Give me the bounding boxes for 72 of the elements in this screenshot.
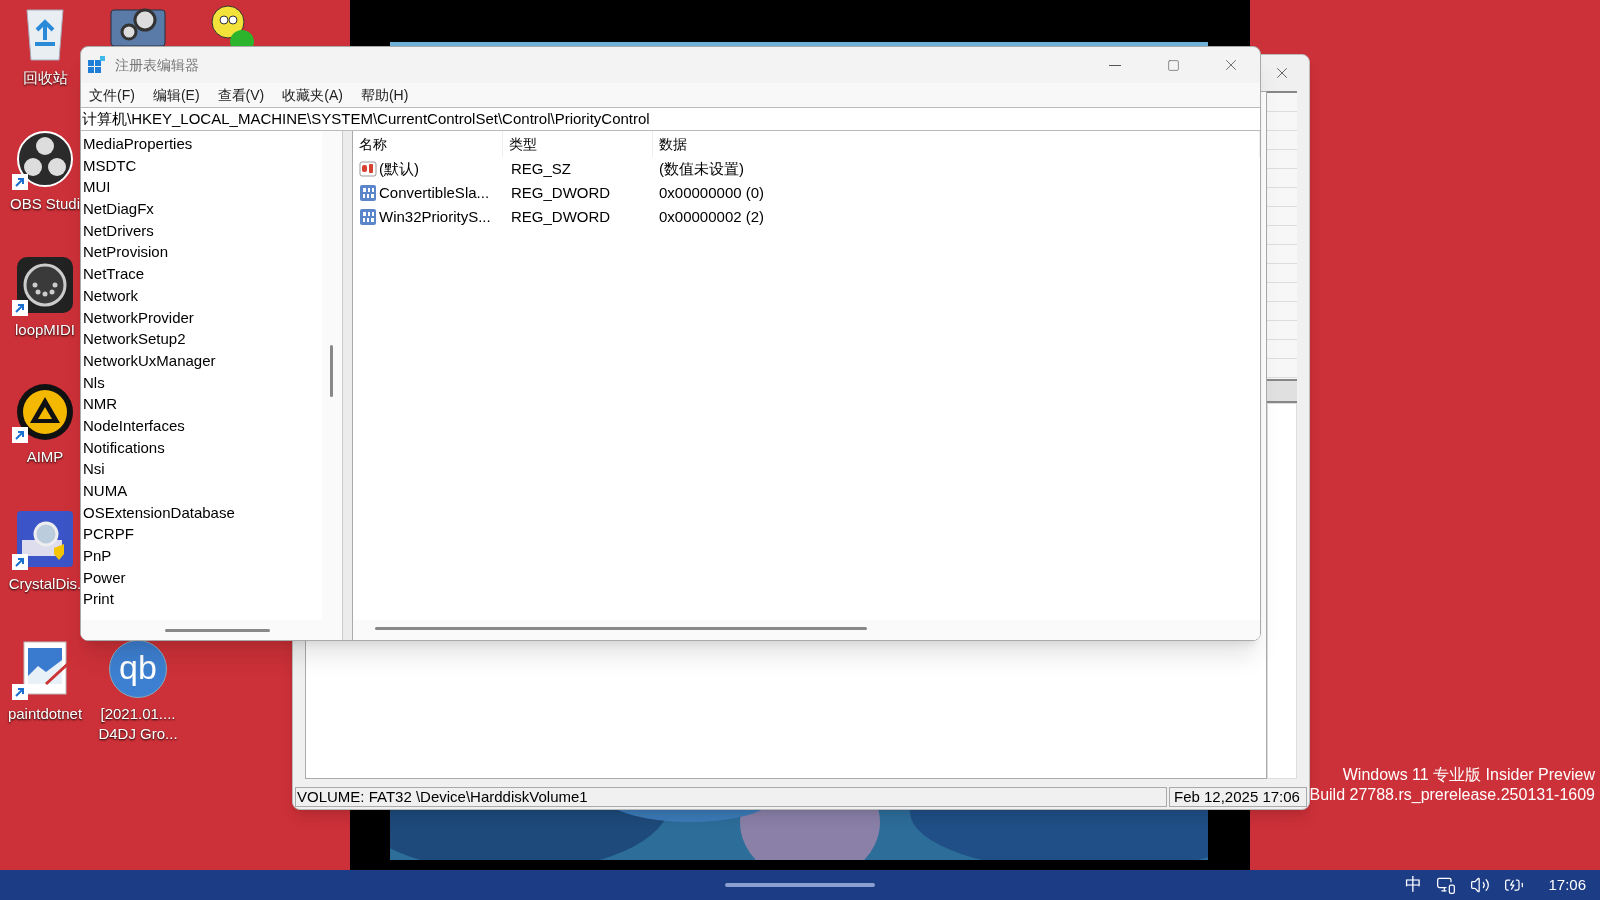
desktop-icon-label[interactable]: CrystalDis. bbox=[8, 574, 82, 594]
minimize-icon bbox=[1109, 64, 1121, 66]
tree-item[interactable]: Network bbox=[81, 284, 322, 307]
tree-item[interactable]: NetTrace bbox=[81, 263, 322, 285]
address-bar[interactable]: 计算机\HKEY_LOCAL_MACHINE\SYSTEM\CurrentControlSet\Control\PriorityControl bbox=[81, 107, 1260, 131]
column-header[interactable]: 名称 bbox=[353, 131, 503, 157]
window-title: 注册表编辑器 bbox=[115, 55, 199, 75]
status-bar-text: Feb 12,2025 17:06 bbox=[1169, 787, 1307, 807]
scrollbar-thumb[interactable] bbox=[165, 629, 270, 632]
value-name[interactable]: Win32PriorityS... bbox=[379, 205, 491, 229]
tree-item[interactable]: NetworkUxManager bbox=[81, 349, 322, 372]
network-icon[interactable] bbox=[1436, 875, 1457, 895]
binary-value-icon bbox=[359, 208, 377, 226]
status-bar-text: VOLUME: FAT32 \Device\HarddiskVolume1 bbox=[295, 787, 1167, 807]
tree-item[interactable]: NetProvision bbox=[81, 241, 322, 264]
maximize-icon bbox=[1166, 58, 1180, 72]
menu-item[interactable]: 文件(F) bbox=[89, 84, 135, 106]
menu-item[interactable]: 收藏夹(A) bbox=[282, 84, 343, 106]
menu-item[interactable]: 帮助(H) bbox=[360, 84, 409, 106]
input-method-indicator[interactable]: 中 bbox=[1405, 872, 1423, 898]
tree-item[interactable]: NMR bbox=[81, 393, 322, 415]
menu-item[interactable]: 查看(V) bbox=[217, 84, 265, 106]
value-data: 0x00000002 (2) bbox=[658, 206, 765, 227]
tree-item[interactable]: MediaProperties bbox=[81, 133, 322, 155]
binary-value-icon bbox=[359, 184, 377, 202]
desktop-icon-label[interactable]: 回收站 bbox=[22, 68, 68, 88]
tree-item[interactable]: NetworkProvider bbox=[81, 306, 322, 329]
menu-item[interactable]: 编辑(E) bbox=[152, 84, 200, 106]
tree-item[interactable]: MUI bbox=[81, 176, 322, 199]
scrollbar-thumb[interactable] bbox=[330, 345, 333, 397]
tree-item[interactable]: NodeInterfaces bbox=[81, 414, 322, 437]
tree-item[interactable]: PCRPF bbox=[81, 523, 322, 546]
value-data: 0x00000000 (0) bbox=[658, 182, 765, 203]
tree-item[interactable]: MSDTC bbox=[81, 154, 322, 177]
header-band bbox=[1267, 381, 1297, 403]
registry-app-icon bbox=[87, 55, 107, 75]
build-info-text: Build 27788.rs_prerelease.250131-1609 bbox=[1309, 785, 1595, 805]
desktop-icon-label[interactable]: [2021.01.... D4DJ Gro... bbox=[98, 704, 178, 744]
tree-item[interactable]: OSExtensionDatabase bbox=[81, 501, 322, 524]
value-type: REG_DWORD bbox=[510, 206, 612, 227]
volume-icon[interactable] bbox=[1470, 875, 1491, 895]
build-info-text: Windows 11 专业版 Insider Preview bbox=[1342, 765, 1595, 785]
desktop-icon-label[interactable]: paintdotnet bbox=[7, 704, 83, 724]
obs-logo-icon bbox=[16, 130, 74, 188]
string-value-icon bbox=[359, 160, 377, 178]
scrollbar-thumb[interactable] bbox=[375, 627, 867, 630]
triangle-logo-icon bbox=[16, 383, 74, 441]
value-type: REG_SZ bbox=[510, 158, 572, 179]
desktop-icon-label[interactable]: AIMP bbox=[26, 447, 64, 467]
tree-item[interactable]: Print bbox=[81, 588, 322, 611]
tree-item[interactable]: NetDrivers bbox=[81, 219, 322, 242]
value-name[interactable]: ConvertibleSla... bbox=[379, 181, 490, 205]
tree-item[interactable]: Nsi bbox=[81, 458, 322, 480]
value-type: REG_DWORD bbox=[510, 182, 612, 203]
tree-item[interactable]: NetworkSetup2 bbox=[81, 328, 322, 350]
tree-item[interactable]: NUMA bbox=[81, 480, 322, 502]
tree-item[interactable]: Nls bbox=[81, 371, 322, 394]
desktop-icon-label[interactable]: OBS Studi bbox=[9, 194, 80, 214]
desktop-icon-label[interactable]: loopMIDI bbox=[15, 320, 75, 340]
column-header[interactable]: 数据 bbox=[653, 131, 1260, 157]
qbittorrent-logo-icon: qb bbox=[109, 640, 167, 698]
tree-item[interactable]: Notifications bbox=[81, 436, 322, 459]
home-indicator[interactable] bbox=[725, 883, 875, 887]
value-name[interactable]: (默认) bbox=[379, 157, 419, 181]
column-header[interactable]: 类型 bbox=[503, 131, 653, 157]
tree-item[interactable]: PnP bbox=[81, 545, 322, 567]
midi-connector-icon bbox=[16, 256, 74, 314]
value-data: (数值未设置) bbox=[658, 158, 744, 179]
tree-item[interactable]: Power bbox=[81, 566, 322, 589]
tree-item[interactable]: NetDiagFx bbox=[81, 198, 322, 220]
clock-time[interactable]: 17:06 bbox=[1548, 873, 1586, 897]
disk-magnifier-icon bbox=[16, 510, 74, 568]
